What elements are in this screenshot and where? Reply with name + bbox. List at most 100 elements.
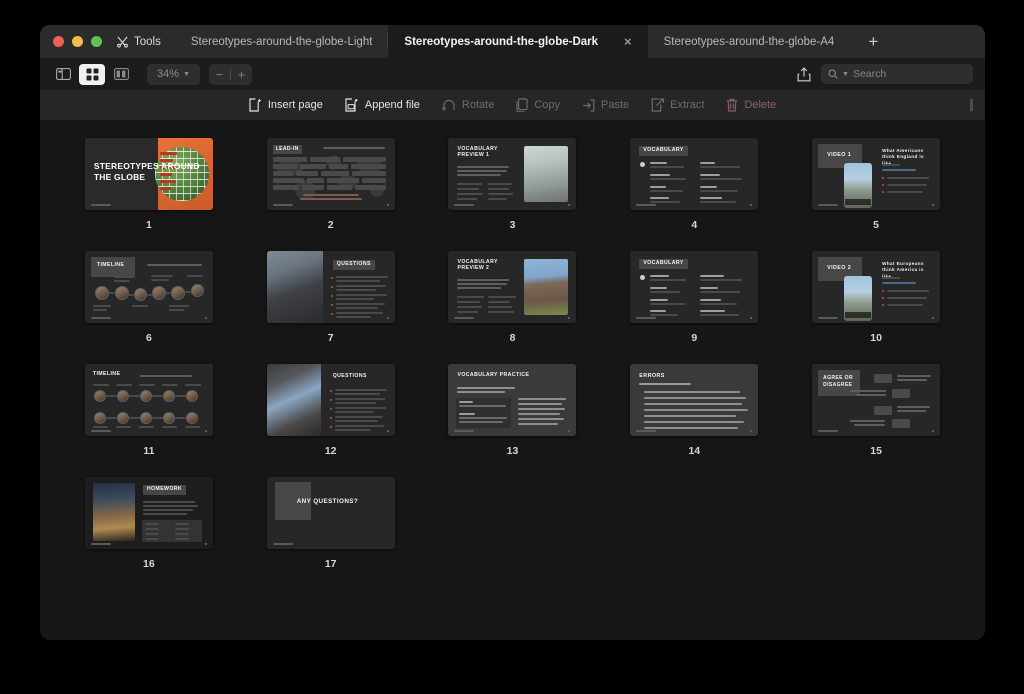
page-thumbnail-2[interactable]: LEAD-IN [266, 138, 395, 210]
agree-toggle[interactable] [892, 419, 911, 428]
slide-footer [454, 204, 475, 206]
page-cell[interactable]: QUESTIONS [262, 251, 400, 364]
question-line [334, 398, 385, 400]
page-thumbnail-7[interactable]: QUESTIONS [266, 251, 395, 323]
word-chip [272, 171, 293, 176]
page-thumbnail-1[interactable]: STEREOTYPES AROUND THE GLOBE [84, 138, 213, 210]
new-tab-button[interactable]: + [850, 25, 896, 58]
rotate-button[interactable]: Rotate [441, 99, 494, 112]
append-file-icon [345, 98, 358, 112]
timeline-caption [168, 309, 184, 311]
word-chip [350, 164, 386, 169]
page-thumbnail-16[interactable]: HOMEWORK [84, 477, 213, 549]
definition-line [700, 314, 740, 316]
zoom-out-button[interactable]: − [209, 68, 230, 81]
tab-dark[interactable]: Stereotypes-around-the-globe-Dark × [388, 25, 648, 58]
grid-view-button[interactable] [79, 63, 105, 85]
timeline-caption [92, 426, 108, 428]
agree-toggle[interactable] [892, 389, 911, 398]
page-cell[interactable]: ANY QUESTIONS? 17 [262, 477, 400, 590]
page-thumbnail-10[interactable]: VIDEO 2 What Europeans think America is … [812, 251, 941, 323]
minimize-window-button[interactable] [72, 36, 83, 47]
page-thumbnail-6[interactable]: TIMELINE [84, 251, 213, 323]
page-cell[interactable]: VOCABULARY PREVIEW 1 3 [444, 138, 582, 251]
page-thumbnail-11[interactable]: TIMELINE [84, 364, 213, 436]
task-line [887, 191, 924, 193]
sentence-line [644, 427, 739, 429]
page-cell[interactable]: VOCABULARY [625, 251, 763, 364]
page-thumbnail-13[interactable]: VOCABULARY PRACTICE [448, 364, 577, 436]
page-cell[interactable]: AGREE OR DISAGREE 15 [807, 364, 945, 477]
app-window: Tools Stereotypes-around-the-globe-Light… [40, 25, 985, 640]
agree-toggle[interactable] [874, 406, 893, 415]
page-thumbnail-5[interactable]: VIDEO 1 What Americans think England is … [812, 138, 941, 210]
page-thumbnail-15[interactable]: AGREE OR DISAGREE [812, 364, 941, 436]
toolbar-overflow-grip[interactable] [970, 98, 973, 112]
delete-button[interactable]: Delete [726, 98, 776, 112]
page-cell[interactable]: HOMEWORK 16 [80, 477, 218, 590]
page-cell[interactable]: QUESTIONS [262, 364, 400, 477]
tab-close-icon[interactable]: × [624, 35, 632, 48]
practice-line [518, 398, 567, 400]
bullet-marker [882, 177, 885, 179]
practice-line [518, 418, 565, 420]
copy-button[interactable]: Copy [516, 98, 560, 112]
slide-title: VOCABULARY PREVIEW 1 [457, 146, 498, 158]
slide-footer [636, 317, 657, 319]
page-cell[interactable]: ERRORS 14 [625, 364, 763, 477]
toolbar-right-group: ▼ Search [797, 64, 973, 84]
slide-footer [636, 204, 657, 206]
timeline-avatar [93, 412, 106, 424]
zoom-window-button[interactable] [91, 36, 102, 47]
timeline-caption [138, 426, 154, 428]
append-file-button[interactable]: Append file [345, 98, 420, 112]
tab-a4[interactable]: Stereotypes-around-the-globe-A4 [648, 25, 851, 58]
slide-canvas: VOCABULARY PRACTICE [448, 364, 577, 436]
timeline-connector [105, 395, 117, 397]
copy-icon [516, 98, 528, 112]
definition-line [700, 166, 741, 168]
page-thumbnail-9[interactable]: VOCABULARY [630, 251, 759, 323]
two-page-view-button[interactable] [108, 64, 134, 85]
slide-footer [636, 430, 657, 432]
term-line [700, 174, 721, 176]
paste-button[interactable]: Paste [582, 98, 630, 112]
close-window-button[interactable] [53, 36, 64, 47]
page-cell[interactable]: VIDEO 2 What Europeans think America is … [807, 251, 945, 364]
paste-label: Paste [601, 99, 630, 111]
page-cell[interactable]: VOCABULARY PRACTICE 13 [444, 364, 582, 477]
page-thumbnail-3[interactable]: VOCABULARY PREVIEW 1 [448, 138, 577, 210]
page-thumbnail-4[interactable]: VOCABULARY [630, 138, 759, 210]
timeline-caption [115, 426, 131, 428]
zoom-level-select[interactable]: 34% ▼ [147, 63, 200, 85]
page-cell[interactable]: TIMELINE [80, 251, 218, 364]
tools-button[interactable]: Tools [114, 25, 175, 58]
practice-line [518, 413, 561, 415]
page-action-bar: Insert page Append file Rotate Copy Past… [40, 90, 985, 120]
page-cell[interactable]: TIMELINE [80, 364, 218, 477]
tools-icon [117, 36, 128, 48]
zoom-in-button[interactable]: + [231, 68, 252, 81]
sidebar-view-button[interactable] [50, 64, 76, 85]
page-thumbnail-12[interactable]: QUESTIONS [266, 364, 395, 436]
page-cell[interactable]: STEREOTYPES AROUND THE GLOBE 1 [80, 138, 218, 251]
share-icon[interactable] [797, 66, 811, 82]
page-thumbnail-14[interactable]: ERRORS [630, 364, 759, 436]
tab-light[interactable]: Stereotypes-around-the-globe-Light [175, 25, 389, 58]
page-thumbnail-17[interactable]: ANY QUESTIONS? [266, 477, 395, 549]
word-chip [272, 164, 297, 169]
page-cell[interactable]: VIDEO 1 What Americans think England is … [807, 138, 945, 251]
insert-page-button[interactable]: Insert page [249, 98, 323, 112]
page-thumbnail-8[interactable]: VOCABULARY PREVIEW 2 [448, 251, 577, 323]
timeline-avatar [185, 390, 198, 402]
slide-footer [818, 430, 839, 432]
extract-button[interactable]: Extract [651, 98, 704, 112]
question-line [334, 420, 378, 422]
agree-toggle[interactable] [874, 374, 893, 383]
timeline-caption [92, 305, 111, 307]
page-cell[interactable]: VOCABULARY PREVIEW 2 8 [444, 251, 582, 364]
page-cell[interactable]: LEAD-IN 2 [262, 138, 400, 251]
search-input[interactable]: ▼ Search [821, 64, 973, 84]
search-scope-chevron-icon[interactable]: ▼ [842, 71, 849, 78]
page-cell[interactable]: VOCABULARY [625, 138, 763, 251]
